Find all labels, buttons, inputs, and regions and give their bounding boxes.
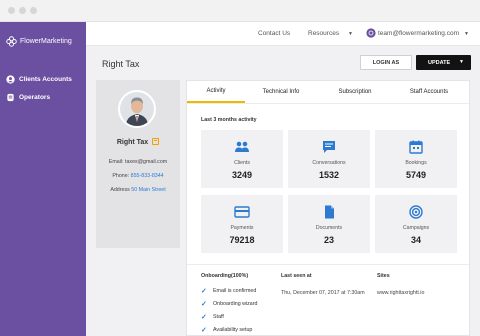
sites-title: Sites — [377, 273, 390, 279]
stat-value: 23 — [323, 235, 334, 245]
user-avatar-icon[interactable] — [366, 28, 376, 38]
onboarding-item: ✓ Availability setup — [201, 327, 253, 334]
activity-section-title: Last 3 months activity — [201, 117, 257, 123]
onboarding-title: Onboarding(100%) — [201, 273, 249, 279]
stat-value: 3249 — [231, 170, 253, 180]
resources-chevron-down-icon[interactable]: ▼ — [348, 31, 353, 37]
details-panel: Activity Technical Info Subscription Sta… — [186, 80, 471, 336]
brand-name: FlowerMarketing — [20, 38, 72, 45]
stat-card-documents: Documents 23 — [288, 195, 370, 253]
sidebar-item-clients-accounts[interactable]: Clients Accounts — [6, 75, 72, 84]
tab-divider — [187, 103, 471, 104]
update-chevron-down-icon[interactable]: ▼ — [459, 59, 464, 65]
users-icon — [6, 75, 15, 84]
checkmark-icon: ✓ — [201, 288, 207, 295]
avatar — [118, 90, 156, 128]
profile-card: Right Tax Email: taxes@gmail.com Phone: … — [96, 80, 180, 248]
tab-activity[interactable]: Activity — [187, 81, 245, 103]
onboarding-item: ✓ Email is confirmed — [201, 288, 257, 295]
onboarding-item: ✓ Onboarding wizard — [201, 301, 258, 308]
profile-address-link[interactable]: 50 Main Street — [131, 187, 165, 193]
profile-phone-link[interactable]: 855-833-8344 — [131, 173, 164, 179]
section-divider — [187, 264, 471, 265]
window-maximize-dot[interactable] — [30, 7, 37, 14]
stat-card-bookings: Bookings 5749 — [375, 130, 457, 188]
sidebar-item-label: Operators — [19, 94, 51, 101]
credit-card-icon — [234, 206, 250, 218]
user-email[interactable]: team@flowermarketing.com — [378, 30, 459, 37]
checkmark-icon: ✓ — [201, 327, 207, 334]
stat-value: 1532 — [318, 170, 340, 180]
profile-photo — [120, 92, 154, 126]
resources-menu[interactable]: Resources — [308, 30, 339, 37]
brand-logo[interactable]: FlowerMarketing — [6, 36, 72, 47]
sidebar-item-label: Clients Accounts — [19, 76, 72, 83]
stat-label: Payments — [230, 225, 254, 231]
chat-icon — [323, 141, 335, 153]
stat-label: Documents — [315, 225, 343, 231]
checkmark-icon: ✓ — [201, 314, 207, 321]
stat-label: Bookings — [405, 160, 427, 166]
edit-icon[interactable] — [152, 138, 160, 145]
document-icon — [325, 205, 334, 219]
tab-staff-accounts[interactable]: Staff Accounts — [393, 81, 465, 103]
page-title: Right Tax — [102, 59, 140, 69]
calendar-icon — [409, 140, 423, 154]
login-as-button[interactable]: LOGIN AS — [360, 55, 412, 70]
onboarding-item: ✓ Staff — [201, 314, 224, 321]
tab-technical-info[interactable]: Technical Info — [249, 81, 313, 103]
profile-address-row: Address 50 Main Street — [110, 187, 166, 193]
stat-label: Clients — [234, 160, 250, 166]
last-seen-value: Thu, December 07, 2017 at 7:30am — [281, 290, 365, 296]
profile-name-row: Right Tax — [96, 138, 180, 146]
stat-card-campaigns: Campaigns 34 — [375, 195, 457, 253]
profile-name: Right Tax — [116, 139, 149, 146]
profile-phone-row: Phone: 855-833-8344 — [112, 173, 164, 179]
window-titlebar — [0, 0, 480, 22]
stat-value: 5749 — [405, 170, 427, 180]
profile-email-row: Email: taxes@gmail.com — [108, 159, 168, 165]
profile-email: taxes@gmail.com — [125, 159, 168, 165]
sidebar-item-operators[interactable]: Operators — [6, 93, 50, 102]
contact-us-link[interactable]: Contact Us — [258, 30, 290, 37]
window-close-dot[interactable] — [8, 7, 15, 14]
site-link[interactable]: www.righttaxrightt.io — [377, 290, 424, 296]
update-button[interactable]: UPDATE ▼ — [416, 55, 471, 70]
stat-card-conversations: Conversations 1532 — [288, 130, 370, 188]
stat-card-clients: Clients 3249 — [201, 130, 283, 188]
last-seen-title: Last seen at — [281, 273, 312, 279]
top-navigation-bar: Contact Us Resources ▼ team@flowermarket… — [86, 22, 480, 46]
operator-icon — [7, 93, 14, 102]
sidebar: FlowerMarketing Clients Accounts Operato… — [0, 22, 86, 336]
app-window: FlowerMarketing Clients Accounts Operato… — [0, 0, 480, 336]
flower-icon — [6, 36, 17, 47]
stat-card-payments: Payments 79218 — [201, 195, 283, 253]
stat-label: Campaigns — [402, 225, 430, 231]
tab-subscription[interactable]: Subscription — [323, 81, 387, 103]
users-icon — [235, 141, 249, 152]
checkmark-icon: ✓ — [201, 301, 207, 308]
stat-value: 34 — [410, 235, 421, 245]
stat-label: Conversations — [312, 160, 346, 166]
main-content: Right Tax LOGIN AS UPDATE ▼ Right Tax Em… — [86, 46, 480, 336]
user-menu-chevron-down-icon[interactable]: ▼ — [464, 31, 469, 37]
window-minimize-dot[interactable] — [19, 7, 26, 14]
update-button-label: UPDATE — [428, 59, 451, 66]
target-icon — [409, 205, 423, 219]
stat-value: 79218 — [229, 235, 255, 245]
